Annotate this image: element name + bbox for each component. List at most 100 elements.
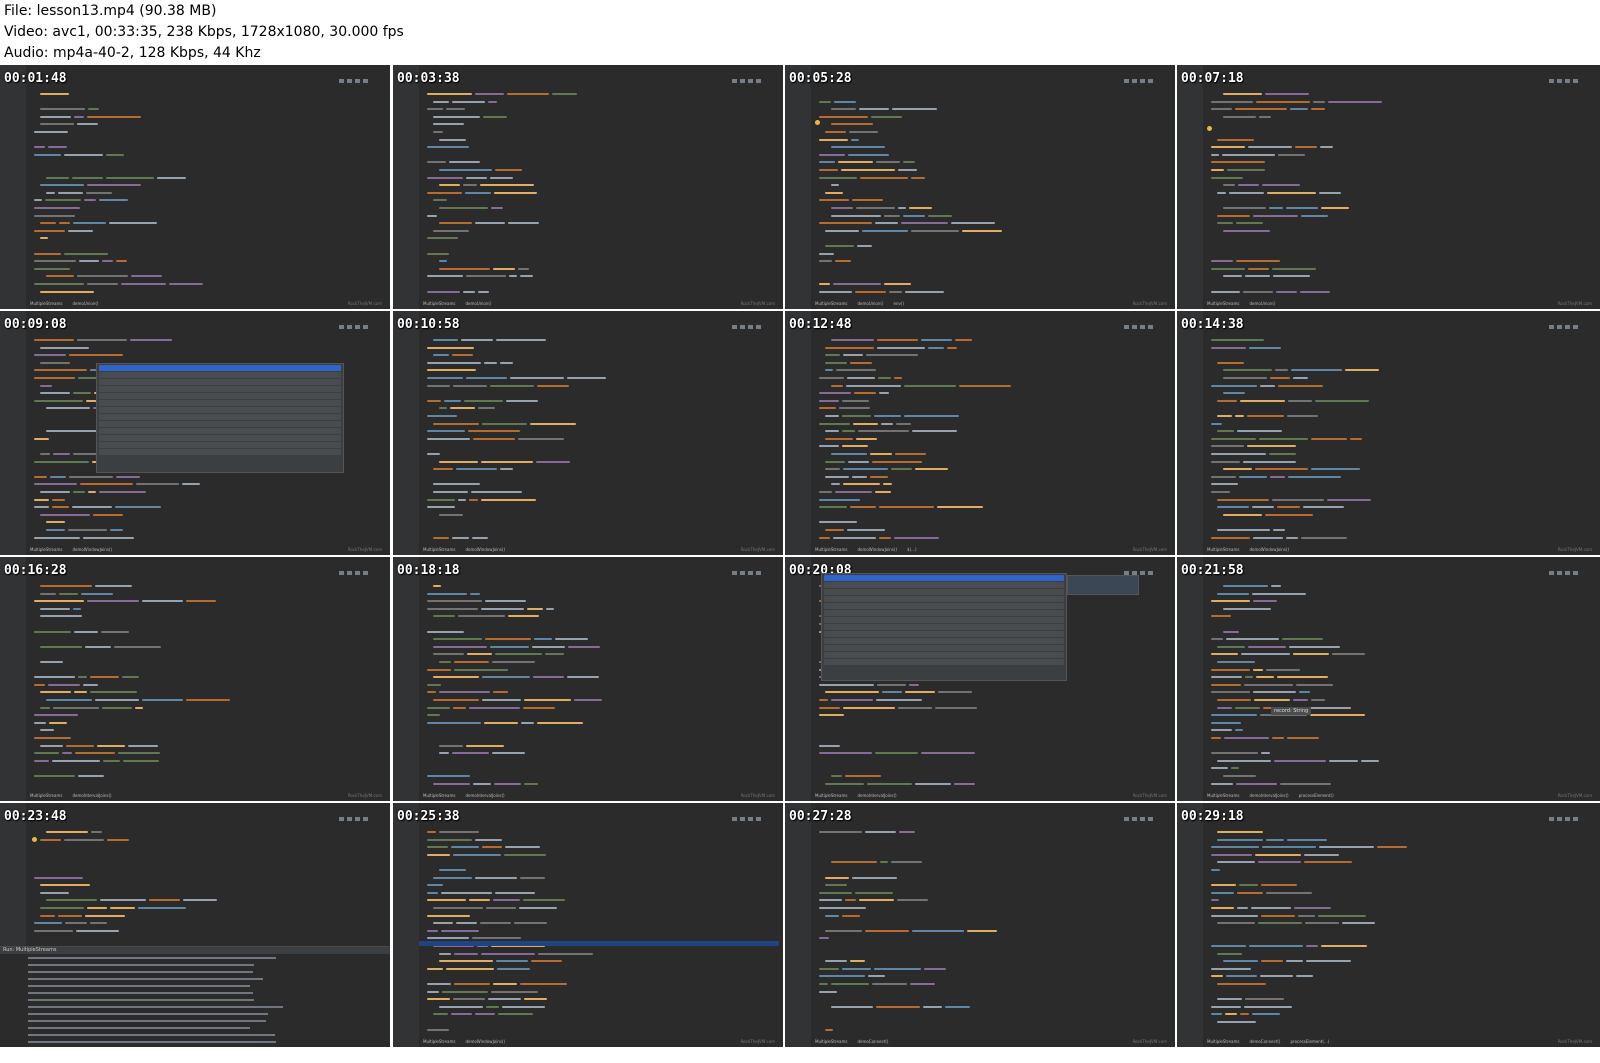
run-tool-window[interactable]: Run: MultipleStreams <box>0 946 390 1047</box>
inspection-status-icons[interactable] <box>1546 314 1594 329</box>
breadcrumb[interactable]: MultipleStreams demoWindowJoins() <box>1207 547 1299 552</box>
lightbulb-icon[interactable] <box>32 837 37 842</box>
breadcrumb-item[interactable]: processElement(...) <box>1290 1039 1329 1044</box>
autocomplete-item[interactable] <box>99 379 341 385</box>
breadcrumb-item[interactable]: demoWindowJoins() <box>465 1039 505 1044</box>
breadcrumb-item[interactable]: MultipleStreams <box>815 301 847 306</box>
breadcrumb-item[interactable]: demoUnion() <box>465 301 491 306</box>
breadcrumb-item[interactable]: demoWindowJoins() <box>1249 547 1289 552</box>
breadcrumb-item[interactable]: MultipleStreams <box>1207 301 1239 306</box>
autocomplete-item[interactable] <box>99 442 341 448</box>
breadcrumb[interactable]: MultipleStreams demoWindowJoins() <box>423 1039 515 1044</box>
autocomplete-item[interactable] <box>99 386 341 392</box>
breadcrumb-item[interactable]: env() <box>893 301 903 306</box>
lightbulb-icon[interactable] <box>815 120 820 125</box>
inspection-status-icons[interactable] <box>1546 560 1594 575</box>
autocomplete-item[interactable] <box>99 407 341 413</box>
breadcrumb-item[interactable]: MultipleStreams <box>30 301 62 306</box>
autocomplete-item[interactable] <box>824 624 1064 630</box>
autocomplete-item[interactable] <box>99 414 341 420</box>
autocomplete-item[interactable] <box>824 638 1064 644</box>
autocomplete-item[interactable] <box>99 428 341 434</box>
autocomplete-item[interactable] <box>99 421 341 427</box>
breadcrumb[interactable]: MultipleStreams demoIntervalJoins() proces… <box>1207 793 1344 798</box>
inspection-status-icons[interactable] <box>336 806 384 821</box>
inspection-status-icons[interactable] <box>1121 560 1169 575</box>
inspection-status-icons[interactable] <box>729 560 777 575</box>
autocomplete-item[interactable] <box>99 372 341 378</box>
breadcrumb-item[interactable]: MultipleStreams <box>815 1039 847 1044</box>
inspection-status-icons[interactable] <box>1546 68 1594 83</box>
breadcrumb-item[interactable]: processElement() <box>1299 793 1334 798</box>
autocomplete-item[interactable] <box>824 610 1064 616</box>
breadcrumb[interactable]: MultipleStreams demoWindowJoins() $(...) <box>815 547 927 552</box>
autocomplete-item[interactable] <box>99 449 341 455</box>
lightbulb-icon[interactable] <box>1207 126 1212 131</box>
breadcrumb[interactable]: MultipleStreams demoUnion() env() <box>815 301 914 306</box>
breadcrumb[interactable]: MultipleStreams demoIntervalJoins() <box>815 793 907 798</box>
breadcrumb-item[interactable]: MultipleStreams <box>423 301 455 306</box>
autocomplete-item[interactable] <box>824 645 1064 651</box>
breadcrumb-item[interactable]: demoConnect() <box>857 1039 888 1044</box>
autocomplete-popup[interactable] <box>96 363 344 473</box>
breadcrumb-item[interactable]: demoIntervalJoins() <box>857 793 896 798</box>
breadcrumb-item[interactable]: MultipleStreams <box>815 547 847 552</box>
breadcrumb[interactable]: MultipleStreams demoUnion() <box>30 301 108 306</box>
inspection-status-icons[interactable] <box>729 68 777 83</box>
code-token <box>894 377 902 379</box>
autocomplete-item[interactable] <box>824 652 1064 658</box>
breadcrumb-item[interactable]: $(...) <box>907 547 916 552</box>
breadcrumb-item[interactable]: demoIntervalJoins() <box>1249 793 1288 798</box>
breadcrumb-item[interactable]: MultipleStreams <box>1207 547 1239 552</box>
autocomplete-item[interactable] <box>824 575 1064 581</box>
breadcrumb[interactable]: MultipleStreams demoConnect() <box>815 1039 898 1044</box>
autocomplete-popup[interactable] <box>821 573 1067 681</box>
autocomplete-item[interactable] <box>824 596 1064 602</box>
breadcrumb-item[interactable]: demoUnion() <box>72 301 98 306</box>
autocomplete-item[interactable] <box>824 617 1064 623</box>
autocomplete-item[interactable] <box>824 603 1064 609</box>
breadcrumb-item[interactable]: MultipleStreams <box>30 793 62 798</box>
breadcrumb-item[interactable]: demoWindowJoins() <box>465 547 505 552</box>
inspection-status-icons[interactable] <box>1121 806 1169 821</box>
code-token <box>68 529 107 531</box>
inspection-status-icons[interactable] <box>729 806 777 821</box>
inspection-status-icons[interactable] <box>729 314 777 329</box>
autocomplete-item[interactable] <box>824 582 1064 588</box>
inspection-status-icons[interactable] <box>1121 68 1169 83</box>
breadcrumb-item[interactable]: MultipleStreams <box>423 793 455 798</box>
breadcrumb-item[interactable]: demoUnion() <box>1249 301 1275 306</box>
inspection-status-icons[interactable] <box>1121 314 1169 329</box>
breadcrumb[interactable]: MultipleStreams demoWindowJoins() <box>423 547 515 552</box>
breadcrumb-item[interactable]: demoConnect() <box>1249 1039 1280 1044</box>
breadcrumb-item[interactable]: MultipleStreams <box>423 547 455 552</box>
breadcrumb[interactable]: MultipleStreams demoIntervalJoins() <box>423 793 515 798</box>
breadcrumb-item[interactable]: demoWindowJoins() <box>857 547 897 552</box>
autocomplete-item[interactable] <box>824 589 1064 595</box>
breadcrumb[interactable]: MultipleStreams demoConnect() processEleme… <box>1207 1039 1339 1044</box>
inspection-status-icons[interactable] <box>336 68 384 83</box>
code-token <box>1258 861 1301 864</box>
autocomplete-item[interactable] <box>824 659 1064 665</box>
autocomplete-item[interactable] <box>99 435 341 441</box>
autocomplete-item[interactable] <box>99 393 341 399</box>
breadcrumb-item[interactable]: demoIntervalJoins() <box>72 793 111 798</box>
breadcrumb-item[interactable]: MultipleStreams <box>30 547 62 552</box>
inspection-status-icons[interactable] <box>336 560 384 575</box>
autocomplete-item[interactable] <box>99 365 341 371</box>
inspection-status-icons[interactable] <box>336 314 384 329</box>
breadcrumb-item[interactable]: MultipleStreams <box>423 1039 455 1044</box>
breadcrumb-item[interactable]: demoIntervalJoins() <box>465 793 504 798</box>
breadcrumb-item[interactable]: demoWindowJoins() <box>72 547 112 552</box>
inspection-status-icons[interactable] <box>1546 806 1594 821</box>
breadcrumb-item[interactable]: MultipleStreams <box>1207 1039 1239 1044</box>
autocomplete-item[interactable] <box>99 400 341 406</box>
breadcrumb[interactable]: MultipleStreams demoUnion() <box>1207 301 1285 306</box>
breadcrumb[interactable]: MultipleStreams demoIntervalJoins() <box>30 793 122 798</box>
breadcrumb[interactable]: MultipleStreams demoUnion() <box>423 301 501 306</box>
autocomplete-item[interactable] <box>824 631 1064 637</box>
breadcrumb-item[interactable]: demoUnion() <box>857 301 883 306</box>
breadcrumb-item[interactable]: MultipleStreams <box>1207 793 1239 798</box>
breadcrumb-item[interactable]: MultipleStreams <box>815 793 847 798</box>
breadcrumb[interactable]: MultipleStreams demoWindowJoins() <box>30 547 122 552</box>
